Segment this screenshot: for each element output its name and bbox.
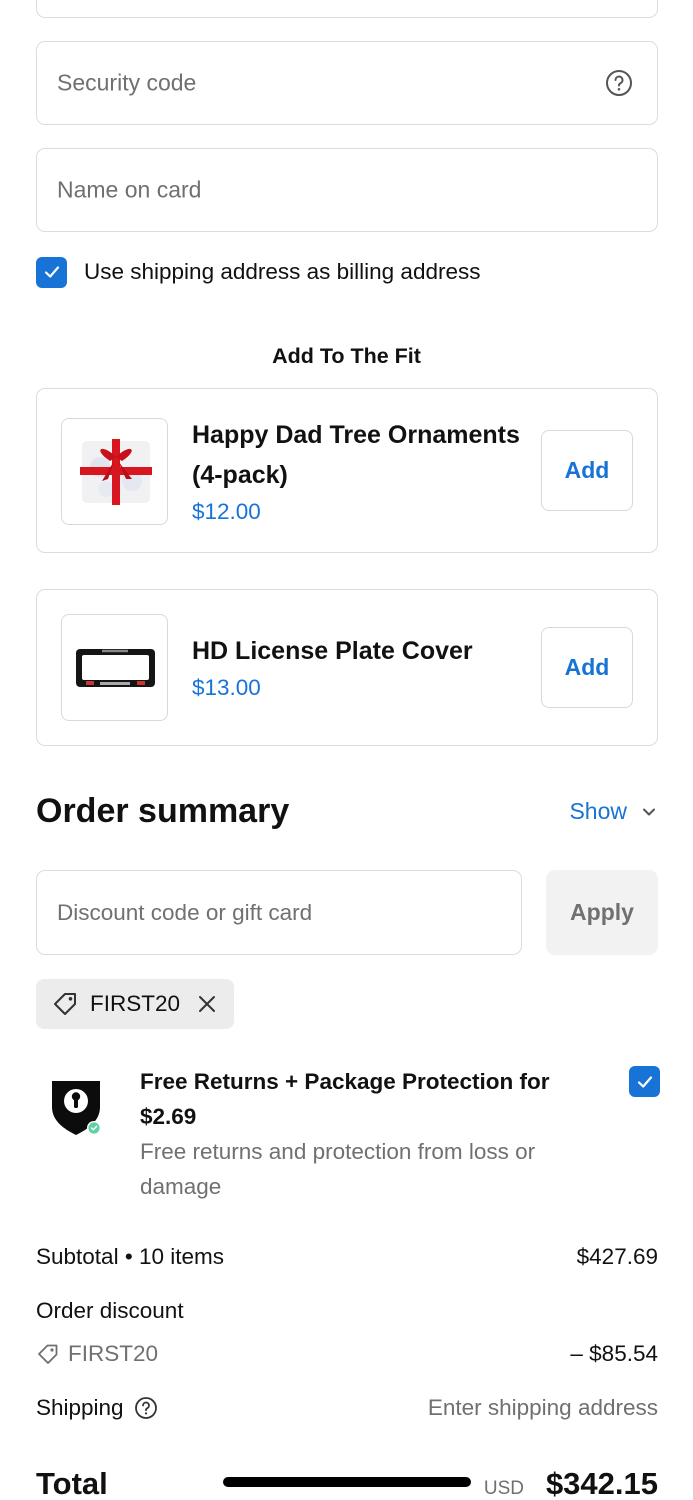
- security-code-placeholder: Security code: [57, 69, 197, 96]
- checkmark-icon: [637, 1075, 652, 1088]
- discount-code-input[interactable]: Discount code or gift card: [36, 870, 522, 955]
- security-code-field[interactable]: Security code: [36, 41, 658, 125]
- discount-code-line: FIRST20: [36, 1341, 158, 1367]
- discount-value: – $85.54: [570, 1341, 658, 1366]
- use-shipping-checkbox[interactable]: [36, 256, 67, 288]
- product-name: HD License Plate Cover: [192, 637, 473, 665]
- product-price: $12.00: [192, 499, 261, 524]
- subtotal-label: Subtotal • 10 items: [36, 1244, 224, 1269]
- shield-lock-icon: [52, 1081, 101, 1135]
- product-price: $13.00: [192, 675, 261, 700]
- card-number-field[interactable]: [36, 0, 658, 18]
- shipping-label: Shipping: [36, 1395, 124, 1420]
- help-circle-icon[interactable]: [605, 69, 633, 97]
- upsell-product-card: Happy Dad Tree Ornaments (4-pack) $12.00…: [36, 388, 658, 553]
- order-summary-title: Order summary: [36, 792, 290, 830]
- help-circle-icon[interactable]: [134, 1396, 158, 1420]
- protection-title: Free Returns + Package Protection for $2…: [140, 1069, 550, 1129]
- subtotal-value: $427.69: [576, 1244, 658, 1269]
- show-summary-toggle[interactable]: Show: [569, 798, 657, 825]
- name-on-card-field[interactable]: Name on card: [36, 148, 658, 232]
- tag-icon: [54, 993, 76, 1015]
- total-label: Total: [36, 1466, 108, 1500]
- use-shipping-as-billing-row[interactable]: Use shipping address as billing address: [36, 256, 480, 288]
- discount-code-row: FIRST20 – $85.54: [36, 1339, 658, 1369]
- checkmark-icon: [44, 266, 59, 278]
- total-value: $342.15: [545, 1466, 658, 1500]
- shipping-label-group: Shipping: [36, 1395, 158, 1421]
- use-shipping-label: Use shipping address as billing address: [84, 259, 481, 284]
- package-protection-option: Free Returns + Package Protection for $2…: [36, 1062, 660, 1212]
- show-summary-label: Show: [569, 798, 627, 824]
- chevron-down-icon: [643, 808, 655, 815]
- protection-checkbox[interactable]: [629, 1066, 660, 1097]
- protection-description: Free returns and protection from loss or…: [140, 1139, 536, 1199]
- product-image-license-plate: [61, 614, 168, 721]
- shipping-row: Shipping Enter shipping address: [36, 1393, 658, 1423]
- applied-discount-chip: FIRST20: [36, 979, 234, 1029]
- name-on-card-placeholder: Name on card: [57, 176, 202, 203]
- apply-discount-button[interactable]: Apply: [546, 870, 658, 955]
- discount-code-placeholder: Discount code or gift card: [57, 899, 313, 925]
- order-discount-label: Order discount: [36, 1298, 184, 1323]
- product-image-ornaments: [61, 418, 168, 525]
- add-license-plate-button[interactable]: Add: [541, 627, 633, 708]
- applied-discount-code: FIRST20: [90, 991, 181, 1016]
- upsell-product-card: HD License Plate Cover $13.00 Add: [36, 589, 658, 746]
- subtotal-row: Subtotal • 10 items $427.69: [36, 1242, 658, 1272]
- total-currency: USD: [483, 1478, 524, 1499]
- home-indicator: [223, 1477, 471, 1487]
- shipping-value: Enter shipping address: [427, 1395, 658, 1420]
- tag-icon: [38, 1344, 58, 1364]
- upsell-title: Add To The Fit: [272, 344, 421, 368]
- discount-code-text: FIRST20: [68, 1341, 159, 1366]
- order-discount-row: Order discount: [36, 1296, 658, 1326]
- remove-discount-icon[interactable]: [196, 993, 218, 1015]
- product-name: Happy Dad Tree Ornaments (4-pack): [192, 421, 520, 489]
- add-ornaments-button[interactable]: Add: [541, 430, 633, 511]
